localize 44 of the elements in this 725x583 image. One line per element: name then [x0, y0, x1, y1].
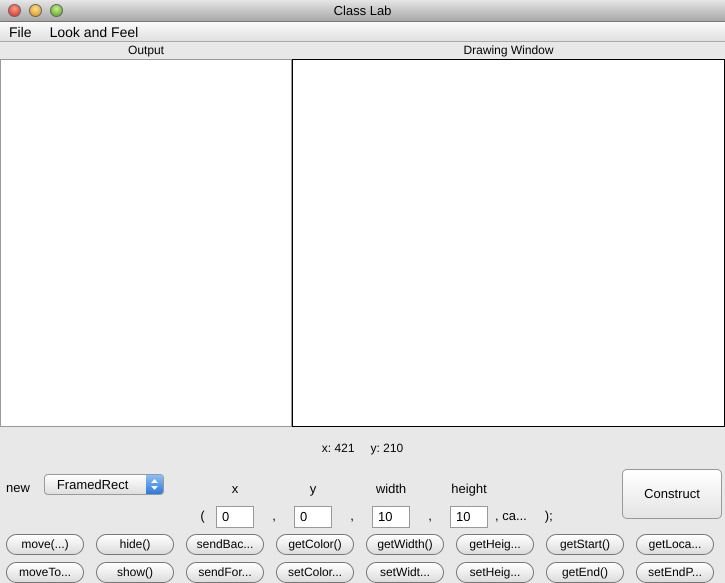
param-label: width — [376, 480, 406, 498]
method-button[interactable]: getWidth() — [366, 534, 444, 555]
param-field[interactable]: 10 — [450, 506, 488, 528]
menu-item[interactable]: Look and Feel — [40, 22, 148, 41]
menu-item[interactable]: File — [0, 22, 41, 41]
separator: , — [349, 507, 355, 526]
separator: ); — [544, 507, 553, 526]
zoom-button[interactable] — [50, 4, 63, 17]
method-button[interactable]: getColor() — [276, 534, 354, 555]
method-button[interactable]: getStart() — [546, 534, 624, 555]
minimize-button[interactable] — [29, 4, 42, 17]
close-button[interactable] — [8, 4, 21, 17]
method-button[interactable]: show() — [96, 562, 174, 583]
method-button[interactable]: moveTo... — [6, 562, 84, 583]
construct-button[interactable]: Construct — [622, 468, 722, 519]
separator: ( — [199, 507, 206, 526]
method-button[interactable]: setColor... — [276, 562, 354, 583]
method-button[interactable]: sendFor... — [186, 562, 264, 583]
panel-header: Output — [126, 42, 166, 60]
method-button[interactable]: setWidt... — [366, 562, 444, 583]
method-button[interactable]: hide() — [96, 534, 174, 555]
param-label: height — [451, 480, 487, 498]
separator: , — [271, 507, 277, 526]
window-title: Class Lab — [334, 2, 392, 20]
param-field[interactable]: 0 — [216, 506, 254, 528]
panel-header: Drawing Window — [462, 42, 555, 60]
separator: , ca... — [495, 507, 527, 526]
param-label: x — [232, 480, 238, 498]
new-label: new — [6, 478, 30, 497]
param-field[interactable]: 0 — [294, 506, 332, 528]
method-button[interactable]: getEnd() — [546, 562, 624, 583]
type-select[interactable]: FramedRect — [44, 474, 164, 495]
method-button[interactable]: setEndP... — [636, 562, 714, 583]
stepper-icon — [146, 474, 163, 494]
method-button[interactable]: getLoca... — [636, 534, 714, 555]
method-button[interactable]: move(...) — [6, 534, 84, 555]
param-field[interactable]: 10 — [372, 506, 410, 528]
separator: , — [427, 507, 433, 526]
method-button[interactable]: setHeig... — [456, 562, 534, 583]
param-label: y — [310, 480, 316, 498]
x-coordinate: x: 421 — [322, 440, 354, 458]
method-button[interactable]: getHeig... — [456, 534, 534, 555]
y-coordinate: y: 210 — [370, 440, 404, 458]
method-button[interactable]: sendBac... — [186, 534, 264, 555]
